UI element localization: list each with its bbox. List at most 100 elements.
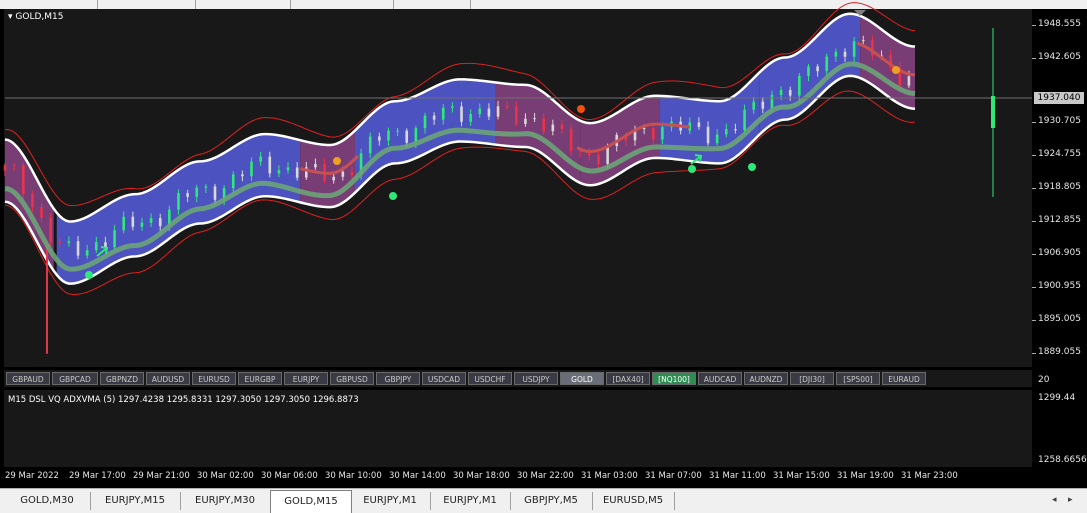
candle-body <box>177 193 180 210</box>
chart-tab[interactable]: EURUSD,M5 <box>592 492 675 510</box>
candle-body <box>469 114 472 122</box>
candle-body <box>423 115 427 129</box>
future-volume-bar-thick <box>991 96 995 128</box>
candle-body <box>140 222 144 227</box>
candle-body <box>761 101 765 109</box>
symbol-button-gbpjpy[interactable]: GBPJPY <box>376 372 420 385</box>
candle-body <box>213 186 217 200</box>
candle-body <box>734 129 737 131</box>
symbol-button-gbpaud[interactable]: GBPAUD <box>6 372 50 385</box>
symbol-button-usdjpy[interactable]: USDJPY <box>514 372 558 385</box>
candle-body <box>661 127 664 140</box>
price-tick: 1900.955 <box>1032 281 1081 291</box>
candle-body <box>314 163 317 168</box>
symbol-button-usdcad[interactable]: USDCAD <box>422 372 466 385</box>
symbol-button-eurusd[interactable]: EURUSD <box>192 372 236 385</box>
price-tick: 1906.905 <box>1032 248 1081 258</box>
symbol-button-gold[interactable]: GOLD <box>560 372 604 385</box>
chart-title: ▾ GOLD,M15 <box>8 12 64 22</box>
time-tick: 30 Mar 06:00 <box>261 471 318 481</box>
chart-tab[interactable]: EURJPY,M15 <box>90 492 181 510</box>
indicator-title: M15 DSL VQ ADXVMA (5) 1297.4238 1295.833… <box>8 395 359 405</box>
symbol-button-dji30[interactable]: [DJI30] <box>790 372 834 385</box>
time-tick: 31 Mar 03:00 <box>581 471 638 481</box>
price-tick: 1912.855 <box>1032 215 1081 225</box>
chart-symbol-label: GOLD,M15 <box>15 12 64 22</box>
candle-body <box>715 134 719 144</box>
chart-tab[interactable]: EURJPY,M1 <box>430 492 511 510</box>
symbol-button-sp500[interactable]: [SP500] <box>836 372 880 385</box>
chart-tab[interactable]: GOLD,M15 <box>270 490 352 513</box>
candle-body <box>95 242 98 251</box>
candle-body <box>341 171 345 177</box>
dropdown-triangle-icon[interactable]: ▾ <box>8 12 13 22</box>
symbol-button-dax40[interactable]: [DAX40] <box>606 372 650 385</box>
symbol-button-audcad[interactable]: AUDCAD <box>698 372 742 385</box>
symbol-button-usdchf[interactable]: USDCHF <box>468 372 512 385</box>
candle-body <box>505 106 509 108</box>
candle-body <box>58 241 62 243</box>
symbol-button-nq100[interactable]: [NQ100] <box>652 372 696 385</box>
symbol-button-gbpnzd[interactable]: GBPNZD <box>100 372 144 385</box>
time-tick: 29 Mar 2022 <box>5 471 59 481</box>
candle-body <box>569 128 573 151</box>
candle-body <box>268 156 272 174</box>
symbol-button-gbpcad[interactable]: GBPCAD <box>52 372 98 385</box>
candle-body <box>368 136 372 154</box>
candle-body <box>843 51 847 57</box>
signal-dot <box>389 192 397 200</box>
candle-body <box>597 155 600 164</box>
chart-tab[interactable]: EURJPY,M30 <box>180 492 271 510</box>
chart-tab-bar: ◂ ▸ GOLD,M30 EURJPY,M15 EURJPY,M30 GOLD,M15… <box>0 488 1087 513</box>
candle-body <box>295 167 299 178</box>
time-tick: 30 Mar 22:00 <box>517 471 574 481</box>
symbol-button-eurjpy[interactable]: EURJPY <box>284 372 328 385</box>
candle-body <box>204 186 208 188</box>
candle-body <box>460 106 463 122</box>
time-tick: 31 Mar 23:00 <box>901 471 958 481</box>
chart-tab[interactable]: EURJPY,M1 <box>350 492 431 510</box>
candle-body <box>788 89 792 96</box>
price-axis: 1948.555 1942.605 1930.705 1924.755 1918.805… <box>1032 9 1087 367</box>
candle-body <box>725 129 728 135</box>
candle-body <box>131 216 135 227</box>
chart-tab[interactable]: GOLD,M30 <box>4 492 91 510</box>
regime-band-blue <box>759 14 861 134</box>
symbol-button-gbpusd[interactable]: GBPUSD <box>330 372 374 385</box>
candle-body <box>104 242 107 248</box>
scroll-right-icon[interactable]: ▸ <box>1068 495 1073 505</box>
price-tick: 1942.605 <box>1032 52 1081 62</box>
candle-body <box>231 174 235 189</box>
time-tick: 30 Mar 18:00 <box>453 471 510 481</box>
time-tick: 29 Mar 21:00 <box>133 471 190 481</box>
time-tick: 31 Mar 07:00 <box>645 471 702 481</box>
candle-body <box>3 165 7 171</box>
time-tick: 31 Mar 11:00 <box>709 471 766 481</box>
price-tick: 1924.755 <box>1032 149 1081 159</box>
candle-body <box>834 51 838 57</box>
candle-body <box>560 124 564 129</box>
candle-body <box>49 217 52 242</box>
candle-body <box>551 124 555 132</box>
time-tick: 30 Mar 14:00 <box>389 471 446 481</box>
candle-body <box>350 171 354 176</box>
time-tick: 30 Mar 02:00 <box>197 471 254 481</box>
candle-body <box>186 193 189 197</box>
candle-body <box>250 161 253 177</box>
candle-body <box>67 241 71 243</box>
symbol-button-euraud[interactable]: EURAUD <box>882 372 926 385</box>
candle-body <box>12 165 16 167</box>
symbol-button-eurgbp[interactable]: EURGBP <box>238 372 282 385</box>
signal-dot <box>333 157 341 165</box>
scroll-left-icon[interactable]: ◂ <box>1052 495 1057 505</box>
candle-body <box>779 89 783 95</box>
time-tick: 29 Mar 17:00 <box>69 471 126 481</box>
candle-body <box>40 207 43 218</box>
candle-body <box>752 101 755 110</box>
symbol-button-audusd[interactable]: AUDUSD <box>146 372 190 385</box>
chart-tab[interactable]: GBPJPY,M5 <box>510 492 593 510</box>
candle-body <box>651 128 655 140</box>
candle-body <box>405 130 409 143</box>
symbol-button-audnzd[interactable]: AUDNZD <box>744 372 788 385</box>
time-axis: 29 Mar 2022 29 Mar 17:00 29 Mar 21:00 30 Ma… <box>0 467 1087 487</box>
